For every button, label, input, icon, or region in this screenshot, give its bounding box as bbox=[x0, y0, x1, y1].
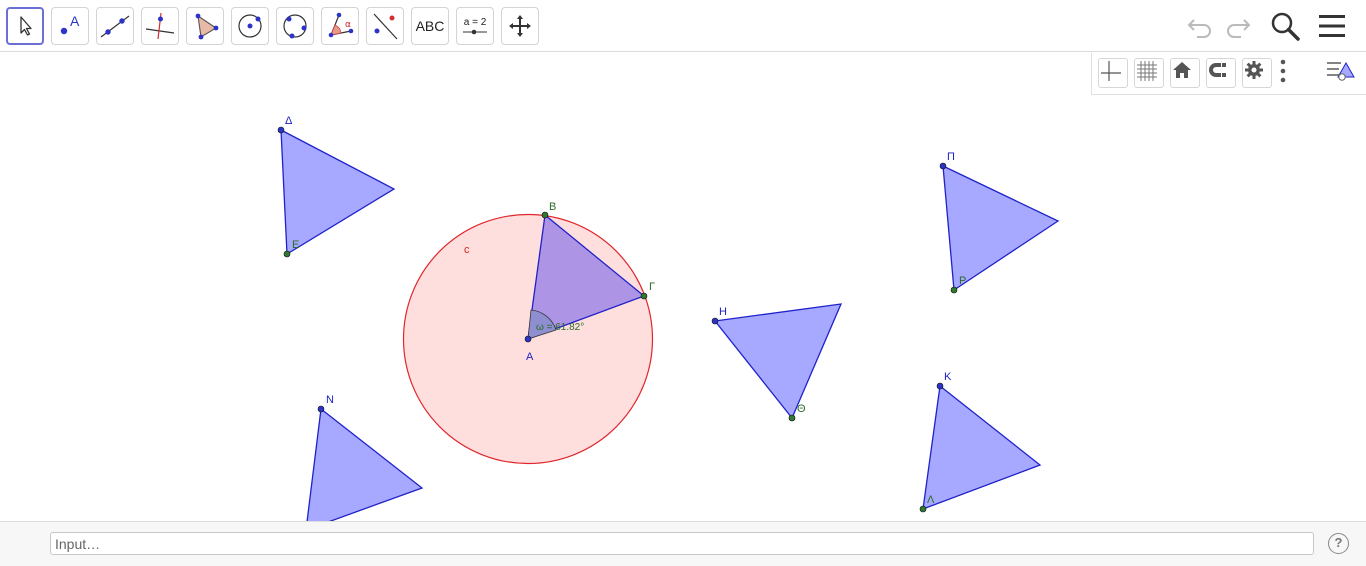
point-b-label: B bbox=[549, 201, 556, 213]
toggle-axes-button[interactable] bbox=[1098, 58, 1128, 88]
line-tool-button[interactable] bbox=[96, 7, 134, 45]
undo-button[interactable] bbox=[1183, 10, 1217, 42]
move-arrow-icon bbox=[20, 16, 32, 36]
circle-c-label: c bbox=[464, 244, 470, 256]
perpendicular-line-tool-button[interactable] bbox=[141, 7, 179, 45]
svg-text:A: A bbox=[70, 13, 80, 29]
point-lambda[interactable] bbox=[919, 505, 927, 513]
text-tool-button[interactable]: ABC bbox=[411, 7, 449, 45]
graphics-settings-button[interactable] bbox=[1242, 58, 1272, 88]
home-icon bbox=[1173, 62, 1191, 78]
move-tool-button[interactable] bbox=[6, 7, 44, 45]
circle-three-points-icon bbox=[283, 14, 307, 39]
point-delta[interactable] bbox=[277, 126, 285, 134]
settings-icon bbox=[1245, 61, 1263, 79]
point-nu[interactable] bbox=[317, 405, 325, 413]
more-vert-icon bbox=[1280, 59, 1286, 83]
toggle-grid-button[interactable] bbox=[1134, 58, 1164, 88]
point-e-label: E bbox=[292, 239, 299, 251]
move-graphics-view-tool-button[interactable] bbox=[501, 7, 539, 45]
point-eta-label: H bbox=[719, 306, 727, 318]
search-button[interactable] bbox=[1268, 10, 1302, 42]
point-pi-label: Π bbox=[947, 151, 955, 163]
graphics-style-toggle-button[interactable] bbox=[1324, 58, 1355, 88]
reflect-about-line-tool-button[interactable] bbox=[366, 7, 404, 45]
slider-tool-button[interactable]: a = 2 bbox=[456, 7, 494, 45]
point-capturing-button[interactable] bbox=[1206, 58, 1236, 88]
triangle-eta-theta[interactable] bbox=[713, 303, 843, 420]
svg-text:α: α bbox=[345, 20, 351, 30]
point-theta[interactable] bbox=[788, 414, 796, 422]
undo-icon bbox=[1187, 19, 1211, 38]
triangle-kappa-lambda[interactable] bbox=[922, 384, 1042, 510]
polygon-icon bbox=[195, 13, 219, 40]
point-icon: A bbox=[60, 13, 80, 35]
polygon-tool-button[interactable] bbox=[186, 7, 224, 45]
graphics-style-icon bbox=[1327, 61, 1355, 81]
line-through-points-icon bbox=[100, 15, 130, 38]
point-delta-label: Δ bbox=[285, 115, 293, 127]
input-bar: ? bbox=[0, 521, 1366, 566]
redo-icon bbox=[1227, 19, 1251, 38]
main-menu-button[interactable] bbox=[1315, 10, 1349, 42]
point-rho[interactable] bbox=[950, 286, 958, 294]
slider-icon: a = 2 bbox=[462, 17, 488, 36]
slider-tool-label: a = 2 bbox=[463, 16, 487, 28]
point-tool-button[interactable]: A bbox=[51, 7, 89, 45]
text-tool-icon: ABC bbox=[415, 18, 445, 34]
angle-icon: α bbox=[328, 12, 354, 38]
point-eta[interactable] bbox=[711, 317, 719, 325]
triangle-delta-e[interactable] bbox=[280, 128, 396, 256]
graphics-view[interactable]: c ω = 61.82° A B Γ Δ E Π Ρ H Θ K Λ N bbox=[0, 53, 1366, 521]
point-pi[interactable] bbox=[939, 162, 947, 170]
point-gamma[interactable] bbox=[640, 292, 648, 300]
point-a-label: A bbox=[526, 351, 534, 363]
point-a[interactable] bbox=[524, 335, 532, 343]
move-graphics-view-icon bbox=[509, 15, 531, 37]
point-kappa-label: K bbox=[944, 371, 952, 383]
angle-omega-label: ω = 61.82° bbox=[536, 322, 584, 333]
circle-center-point-icon bbox=[238, 14, 262, 38]
point-b[interactable] bbox=[541, 211, 549, 219]
point-kappa[interactable] bbox=[936, 382, 944, 390]
point-e[interactable] bbox=[283, 250, 291, 258]
algebra-input-field[interactable] bbox=[50, 532, 1314, 555]
point-theta-label: Θ bbox=[797, 403, 806, 415]
main-toolbar: A α ABC a = 2 bbox=[0, 0, 1366, 52]
reflect-about-line-icon bbox=[373, 13, 398, 40]
axes-icon bbox=[1101, 61, 1121, 81]
search-icon bbox=[1271, 12, 1300, 41]
perpendicular-line-icon bbox=[145, 12, 175, 40]
point-rho-label: Ρ bbox=[959, 275, 966, 287]
point-lambda-label: Λ bbox=[927, 494, 935, 506]
standard-view-button[interactable] bbox=[1170, 58, 1200, 88]
input-help-button[interactable]: ? bbox=[1328, 533, 1349, 554]
more-options-button[interactable] bbox=[1278, 58, 1308, 88]
graphics-style-bar bbox=[1091, 53, 1366, 95]
menu-icon bbox=[1319, 15, 1345, 37]
angle-tool-button[interactable]: α bbox=[321, 7, 359, 45]
triangle-pi-rho[interactable] bbox=[942, 164, 1060, 292]
point-gamma-label: Γ bbox=[649, 281, 655, 293]
point-nu-label: N bbox=[326, 394, 334, 406]
circle-three-points-tool-button[interactable] bbox=[276, 7, 314, 45]
redo-button[interactable] bbox=[1221, 10, 1255, 42]
point-capturing-icon bbox=[1209, 63, 1226, 77]
triangle-nu[interactable] bbox=[306, 407, 424, 521]
circle-center-point-tool-button[interactable] bbox=[231, 7, 269, 45]
geometry-canvas[interactable]: c ω = 61.82° A B Γ Δ E Π Ρ H Θ K Λ N bbox=[0, 53, 1366, 521]
grid-icon bbox=[1137, 61, 1157, 81]
